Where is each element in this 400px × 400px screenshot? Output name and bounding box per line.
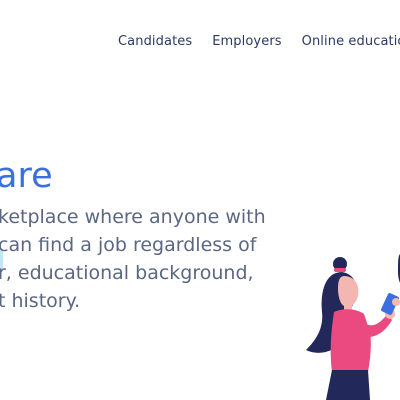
figure-second-hand xyxy=(392,298,400,306)
hero-description-line-1: ketplace where anyone with xyxy=(0,206,266,228)
woman-with-phone-illustration xyxy=(306,254,400,400)
hero-title: are xyxy=(0,156,53,197)
hero-description-line-2: can find a job regardless of xyxy=(0,234,257,256)
hero-description-line-3: r, educational background, xyxy=(0,262,254,284)
figure-face xyxy=(338,276,359,307)
figure-hair-band xyxy=(334,268,346,272)
hero-description-line-4: t history. xyxy=(0,290,81,312)
nav-online-education-link[interactable]: Online education xyxy=(302,34,400,49)
nav-employers-link[interactable]: Employers xyxy=(212,34,281,49)
top-navigation: Candidates Employers Online education xyxy=(118,34,400,49)
nav-candidates-link[interactable]: Candidates xyxy=(118,34,192,49)
figure-top xyxy=(330,309,371,372)
hero-description: ketplace where anyone with can find a jo… xyxy=(0,203,288,315)
landing-page: Candidates Employers Online education ar… xyxy=(0,0,400,400)
figure-pants xyxy=(326,370,370,400)
